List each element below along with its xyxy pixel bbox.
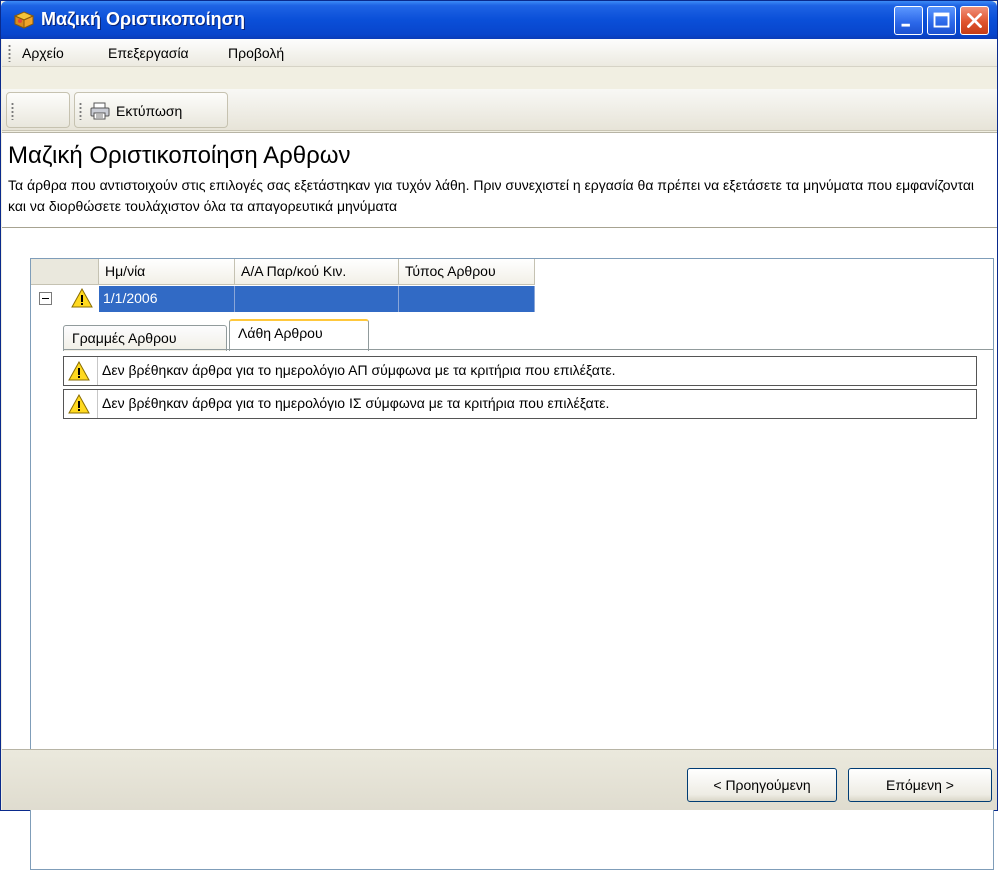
warning-icon — [68, 361, 90, 381]
print-button[interactable]: Εκτύπωση — [89, 100, 182, 122]
divider — [2, 227, 997, 228]
column-header-type[interactable]: Τύπος Αρθρου — [399, 259, 535, 285]
menu-view[interactable]: Προβολή — [228, 45, 284, 61]
table-row[interactable]: 1/1/2006 — [31, 285, 993, 313]
row-divider — [97, 390, 98, 418]
menu-file[interactable]: Αρχείο — [22, 45, 64, 61]
menu-bar: Αρχείο Επεξεργασία Προβολή — [2, 39, 997, 67]
toolbar-segment-print: Εκτύπωση — [74, 92, 228, 128]
row-divider — [97, 357, 98, 385]
cell-doc-no[interactable] — [235, 286, 399, 312]
page-description: Τα άρθρα που αντιστοιχούν στις επιλογές … — [8, 177, 975, 214]
warning-icon — [68, 394, 90, 414]
maximize-button[interactable] — [927, 6, 956, 35]
warning-icon — [71, 288, 93, 308]
toolbar: Εκτύπωση — [2, 89, 997, 131]
close-icon — [967, 13, 982, 28]
list-item[interactable]: Δεν βρέθηκαν άρθρα για το ημερολόγιο ΙΣ … — [63, 389, 977, 419]
previous-label: < Προηγούμενη — [713, 777, 811, 793]
main-window: Μαζική Οριστικοποίηση Αρχείο Επεξεργασία… — [0, 0, 998, 870]
grid-header: Ημ/νία Α/Α Παρ/κού Κιν. Τύπος Αρθρου — [31, 259, 993, 285]
cell-date[interactable]: 1/1/2006 — [99, 286, 235, 312]
printer-icon — [90, 102, 110, 120]
list-item[interactable]: Δεν βρέθηκαν άρθρα για το ημερολόγιο ΑΠ … — [63, 356, 977, 386]
title-bar[interactable]: Μαζική Οριστικοποίηση — [1, 1, 997, 39]
minimize-icon — [901, 23, 910, 27]
toolbar-grip-2[interactable] — [79, 102, 82, 120]
maximize-icon — [933, 12, 950, 28]
print-label: Εκτύπωση — [116, 103, 183, 119]
window-title: Μαζική Οριστικοποίηση — [41, 9, 245, 29]
column-header-date[interactable]: Ημ/νία — [99, 259, 235, 285]
app-icon — [13, 11, 35, 29]
toolbar-segment-empty — [6, 92, 70, 128]
collapse-toggle-icon[interactable] — [39, 292, 52, 305]
tab-divider — [63, 349, 993, 350]
previous-button[interactable]: < Προηγούμενη — [687, 768, 837, 802]
page-title: Μαζική Οριστικοποίηση Αρθρων — [8, 142, 351, 169]
minimize-button[interactable] — [894, 6, 923, 35]
cell-type[interactable] — [399, 286, 535, 312]
next-label: Επόμενη > — [886, 777, 954, 793]
column-header-doc-no[interactable]: Α/Α Παρ/κού Κιν. — [235, 259, 399, 285]
column-header-indicator — [31, 259, 99, 285]
menu-edit[interactable]: Επεξεργασία — [108, 45, 189, 61]
tab-article-lines[interactable]: Γραμμές Αρθρου — [63, 325, 227, 351]
wizard-footer: < Προηγούμενη Επόμενη > — [2, 749, 997, 810]
content-panel: Μαζική Οριστικοποίηση Αρθρων Τα άρθρα πο… — [2, 132, 997, 870]
next-button[interactable]: Επόμενη > — [848, 768, 992, 802]
close-button[interactable] — [960, 6, 989, 35]
error-message: Δεν βρέθηκαν άρθρα για το ημερολόγιο ΑΠ … — [102, 362, 616, 378]
toolbar-grip[interactable] — [11, 102, 14, 120]
error-message: Δεν βρέθηκαν άρθρα για το ημερολόγιο ΙΣ … — [102, 395, 610, 411]
menu-grip[interactable] — [8, 44, 11, 62]
tab-article-errors[interactable]: Λάθη Αρθρου — [229, 319, 369, 351]
detail-tabs: Γραμμές Αρθρου Λάθη Αρθρου — [63, 317, 993, 351]
